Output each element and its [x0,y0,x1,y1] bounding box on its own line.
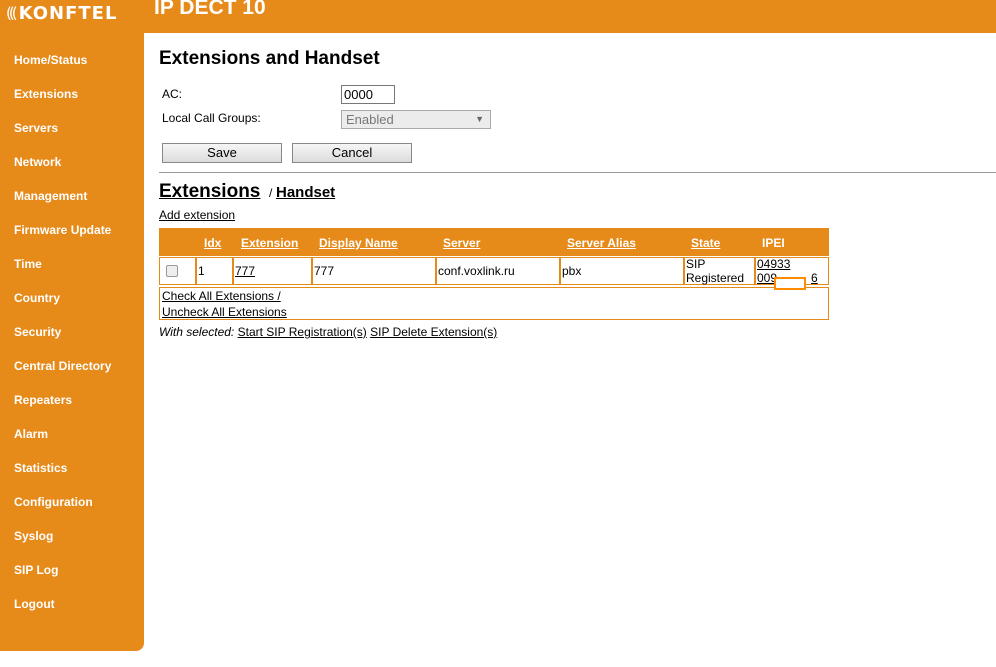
sidebar-item-management[interactable]: Management [14,189,87,203]
sidebar-item-home-status[interactable]: Home/Status [14,53,87,67]
sip-delete-extension-link[interactable]: SIP Delete Extension(s) [370,325,497,339]
cell-display-name: 777 [312,257,436,285]
sidebar-item-security[interactable]: Security [14,325,61,339]
start-sip-registration-link[interactable]: Start SIP Registration(s) [238,325,367,339]
ipei-line-1: 04933 [757,257,791,271]
cell-state: SIP Registered [684,257,755,285]
cell-extension-link[interactable]: 777 [233,257,312,285]
table-footer: Check All Extensions / Uncheck All Exten… [159,287,829,320]
row-checkbox[interactable] [166,265,178,277]
sidebar: Home/Status Extensions Servers Network M… [0,33,144,651]
sidebar-item-firmware-update[interactable]: Firmware Update [14,223,111,237]
redaction-box [774,277,806,290]
sidebar-item-extensions[interactable]: Extensions [14,87,78,101]
dropdown-arrow-icon: ▼ [475,114,484,124]
sidebar-item-alarm[interactable]: Alarm [14,427,48,441]
sidebar-item-network[interactable]: Network [14,155,61,169]
check-all-link[interactable]: Check All Extensions / [162,289,281,303]
sidebar-item-country[interactable]: Country [14,291,60,305]
sidebar-item-syslog[interactable]: Syslog [14,529,53,543]
sidebar-item-logout[interactable]: Logout [14,597,55,611]
divider [159,172,996,173]
column-server[interactable]: Server [443,236,480,250]
cell-server: conf.voxlink.ru [436,257,560,285]
ipei-line-2-end: 6 [811,271,818,285]
with-selected-bar: With selected: Start SIP Registration(s)… [159,325,497,339]
product-title: IP DECT 10 [154,0,266,19]
local-call-groups-label: Local Call Groups: [162,111,261,125]
sidebar-item-central-directory[interactable]: Central Directory [14,359,111,373]
uncheck-all-link[interactable]: Uncheck All Extensions [162,305,287,319]
logo-text: KONFTEL [18,2,118,24]
column-display-name[interactable]: Display Name [319,236,398,250]
ac-label: AC: [162,87,183,101]
extensions-title[interactable]: Extensions [159,181,260,203]
title-separator: / [269,186,273,200]
column-server-alias[interactable]: Server Alias [567,236,636,250]
handset-link[interactable]: Handset [276,184,335,201]
page-title: Extensions and Handset [159,48,380,69]
top-bar: ((( KONFTEL IP DECT 10 [0,0,996,33]
local-call-groups-value: Enabled [346,112,394,127]
state-line-2: Registered [686,271,745,285]
logo-waves-icon: ((( [6,4,17,22]
cell-server-alias: pbx [560,257,684,285]
save-button[interactable]: Save [162,143,282,163]
ac-input[interactable] [341,85,395,104]
row-select-cell [159,257,196,285]
column-ipei: IPEI [762,236,785,250]
sidebar-item-sip-log[interactable]: SIP Log [14,563,58,577]
sidebar-item-time[interactable]: Time [14,257,42,271]
konftel-logo: ((( KONFTEL [6,2,117,24]
cell-idx: 1 [196,257,233,285]
sidebar-item-servers[interactable]: Servers [14,121,58,135]
sidebar-item-repeaters[interactable]: Repeaters [14,393,72,407]
add-extension-link[interactable]: Add extension [159,208,235,222]
sidebar-item-configuration[interactable]: Configuration [14,495,93,509]
cancel-button[interactable]: Cancel [292,143,412,163]
column-idx[interactable]: Idx [204,236,221,250]
table-row: 1 777 777 conf.voxlink.ru pbx SIP Regist… [159,256,829,287]
column-state[interactable]: State [691,236,720,250]
state-line-1: SIP [686,257,706,271]
column-extension[interactable]: Extension [241,236,298,250]
table-header: Idx Extension Display Name Server Server… [159,228,829,256]
with-selected-label: With selected: [159,325,235,339]
local-call-groups-select[interactable]: Enabled ▼ [341,110,491,129]
sidebar-item-statistics[interactable]: Statistics [14,461,67,475]
